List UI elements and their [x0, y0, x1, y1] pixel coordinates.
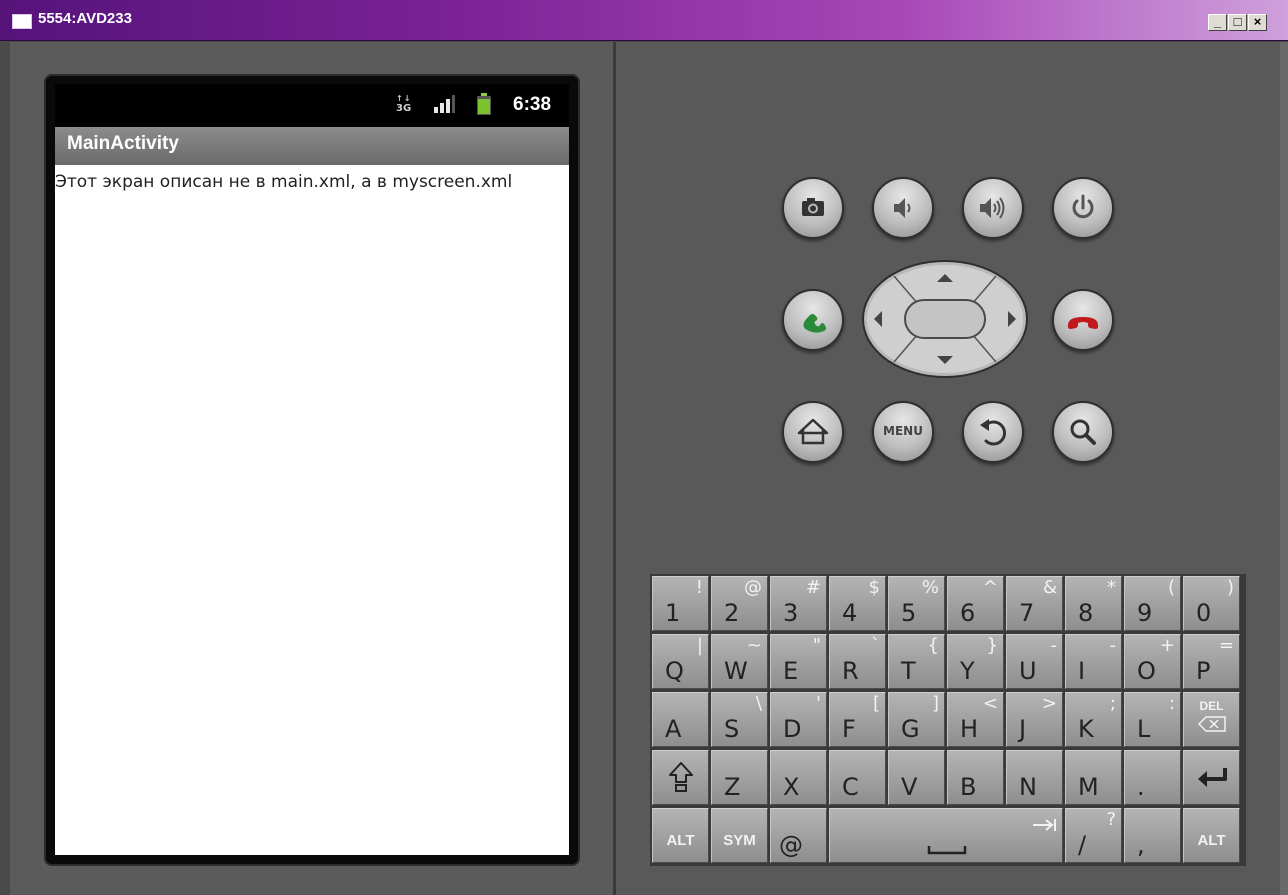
- key-a[interactable]: A: [652, 692, 709, 747]
- signal-strength-icon: [434, 95, 455, 113]
- space-icon: [927, 846, 967, 855]
- camera-icon: [802, 198, 824, 216]
- volume-down-button[interactable]: [872, 177, 934, 239]
- key-b[interactable]: B: [947, 750, 1004, 805]
- key-slash[interactable]: /?: [1065, 808, 1122, 863]
- search-icon: [1070, 419, 1096, 445]
- key-t[interactable]: T{: [888, 634, 945, 689]
- power-icon: [1072, 194, 1094, 219]
- key-alt-right[interactable]: ALT: [1183, 808, 1240, 863]
- menu-label: MENU: [883, 424, 923, 438]
- shift-icon: [669, 762, 693, 792]
- enter-icon: [1198, 768, 1227, 787]
- call-button[interactable]: [782, 289, 844, 351]
- key-6[interactable]: 6 ^: [947, 576, 1004, 631]
- window-right-border: [1280, 42, 1288, 895]
- back-button[interactable]: [962, 401, 1024, 463]
- backspace-icon: [1198, 716, 1226, 732]
- key-f[interactable]: F[: [829, 692, 886, 747]
- key-z[interactable]: Z: [711, 750, 768, 805]
- end-call-button[interactable]: [1052, 289, 1114, 351]
- key-sym[interactable]: SYM: [711, 808, 768, 863]
- key-y[interactable]: Y}: [947, 634, 1004, 689]
- key-e[interactable]: E ": [770, 634, 827, 689]
- key-l[interactable]: L:: [1124, 692, 1181, 747]
- home-icon: [797, 418, 829, 445]
- maximize-button[interactable]: □: [1228, 14, 1247, 31]
- key-at[interactable]: @: [770, 808, 827, 863]
- volume-up-icon: [980, 197, 1005, 219]
- key-shift[interactable]: [652, 750, 709, 805]
- key-9[interactable]: 9(: [1124, 576, 1181, 631]
- key-1[interactable]: 1!: [652, 576, 709, 631]
- key-h[interactable]: H <: [947, 692, 1004, 747]
- key-enter[interactable]: [1183, 750, 1240, 805]
- camera-button[interactable]: [782, 177, 844, 239]
- volume-up-button[interactable]: [962, 177, 1024, 239]
- key-w[interactable]: W ~: [711, 634, 768, 689]
- key-alt-left[interactable]: ALT: [652, 808, 709, 863]
- power-button[interactable]: [1052, 177, 1114, 239]
- minimize-button[interactable]: _: [1208, 14, 1227, 31]
- key-7[interactable]: 7 &: [1006, 576, 1063, 631]
- key-space[interactable]: [829, 808, 1063, 863]
- key-4[interactable]: 4 $: [829, 576, 886, 631]
- key-2[interactable]: 2 @: [711, 576, 768, 631]
- key-k[interactable]: K;: [1065, 692, 1122, 747]
- search-button[interactable]: [1052, 401, 1114, 463]
- key-o[interactable]: O +: [1124, 634, 1181, 689]
- key-q[interactable]: Q |: [652, 634, 709, 689]
- tab-icon: [1033, 819, 1056, 831]
- key-3[interactable]: 3 #: [770, 576, 827, 631]
- network-3g-icon: ↑↓ 3G: [396, 94, 412, 114]
- key-r[interactable]: R `: [829, 634, 886, 689]
- key-p[interactable]: P =: [1183, 634, 1240, 689]
- key-j[interactable]: J >: [1006, 692, 1063, 747]
- key-m[interactable]: M: [1065, 750, 1122, 805]
- key-comma[interactable]: ,: [1124, 808, 1181, 863]
- key-c[interactable]: C: [829, 750, 886, 805]
- delete-label: DEL: [1199, 699, 1224, 713]
- key-delete[interactable]: DEL: [1183, 692, 1240, 747]
- key-v[interactable]: V: [888, 750, 945, 805]
- key-n[interactable]: N: [1006, 750, 1063, 805]
- end-call-icon: [1068, 317, 1098, 329]
- volume-down-icon: [894, 198, 911, 218]
- dpad[interactable]: [860, 258, 1030, 380]
- menu-button[interactable]: MENU: [872, 401, 934, 463]
- battery-icon: [477, 93, 491, 115]
- status-time: 6:38: [513, 94, 552, 115]
- window-icon: [12, 14, 32, 29]
- network-type-label: 3G: [396, 103, 412, 114]
- app-title: MainActivity: [67, 133, 179, 154]
- key-8[interactable]: 8 *: [1065, 576, 1122, 631]
- key-5[interactable]: 5%: [888, 576, 945, 631]
- key-period[interactable]: .: [1124, 750, 1181, 805]
- content-text: Этот экран описан не в main.xml, а в mys…: [55, 172, 513, 192]
- key-s[interactable]: S \: [711, 692, 768, 747]
- window-title: 5554:AVD233: [38, 10, 132, 27]
- keyboard: 1! 2 @ 3 # 4 $ 5% 6 ^ 7 & 8 * 9( 0) Q | W ~ E " R…: [650, 574, 1246, 866]
- window-title-bar[interactable]: 5554:AVD233 _ □ ×: [0, 0, 1288, 41]
- key-u[interactable]: U-: [1006, 634, 1063, 689]
- key-i[interactable]: I-: [1065, 634, 1122, 689]
- key-x[interactable]: X: [770, 750, 827, 805]
- app-content[interactable]: [55, 165, 569, 855]
- key-g[interactable]: G]: [888, 692, 945, 747]
- back-icon: [980, 419, 1006, 446]
- call-icon: [803, 313, 827, 333]
- key-0[interactable]: 0): [1183, 576, 1240, 631]
- close-button[interactable]: ×: [1248, 14, 1267, 31]
- key-d[interactable]: D ': [770, 692, 827, 747]
- home-button[interactable]: [782, 401, 844, 463]
